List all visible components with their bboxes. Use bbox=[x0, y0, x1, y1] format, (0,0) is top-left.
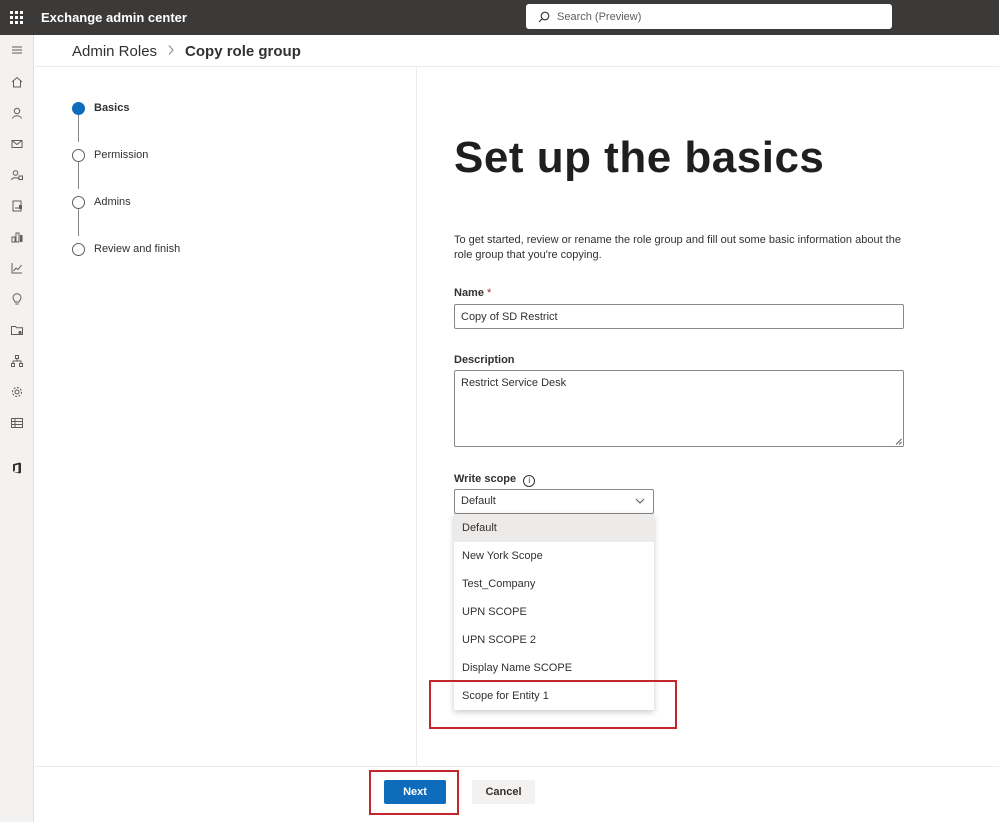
cancel-button[interactable]: Cancel bbox=[472, 780, 535, 804]
breadcrumb-current: Copy role group bbox=[185, 42, 301, 60]
footer-divider bbox=[35, 766, 999, 767]
step-permission[interactable]: Permission bbox=[72, 147, 272, 163]
chart-icon[interactable] bbox=[0, 256, 34, 280]
option-display-name-scope[interactable]: Display Name SCOPE bbox=[454, 654, 654, 682]
write-scope-label: Write scope i bbox=[454, 473, 536, 487]
page-title: Set up the basics bbox=[454, 133, 825, 182]
hamburger-menu-icon[interactable] bbox=[0, 38, 34, 62]
name-field[interactable]: Copy of SD Restrict bbox=[454, 304, 904, 329]
org-chart-icon[interactable] bbox=[0, 225, 34, 249]
info-icon[interactable]: i bbox=[523, 475, 536, 487]
intro-text: To get started, review or rename the rol… bbox=[454, 234, 901, 261]
next-button[interactable]: Next bbox=[384, 780, 446, 804]
lightbulb-icon[interactable] bbox=[0, 287, 34, 311]
step-label: Admins bbox=[94, 196, 131, 208]
app-launcher-icon[interactable] bbox=[0, 0, 32, 35]
step-label: Review and finish bbox=[94, 243, 181, 255]
step-label: Basics bbox=[94, 102, 130, 114]
step-label: Permission bbox=[94, 149, 149, 161]
option-new-york-scope[interactable]: New York Scope bbox=[454, 542, 654, 570]
option-upn-scope[interactable]: UPN SCOPE bbox=[454, 598, 654, 626]
search-box[interactable]: Search (Preview) bbox=[526, 4, 892, 29]
panel-divider bbox=[416, 67, 417, 767]
step-admins[interactable]: Admins bbox=[72, 194, 272, 210]
description-field[interactable]: Restrict Service Desk bbox=[454, 370, 904, 447]
gear-icon[interactable] bbox=[0, 380, 34, 404]
step-pending-icon bbox=[72, 195, 85, 209]
step-connector bbox=[78, 161, 79, 189]
chevron-right-icon bbox=[167, 44, 175, 59]
step-current-icon bbox=[72, 101, 85, 115]
step-connector bbox=[78, 114, 79, 142]
description-label: Description bbox=[454, 354, 515, 366]
write-scope-value: Default bbox=[461, 495, 496, 507]
report-icon[interactable] bbox=[0, 194, 34, 218]
mail-icon[interactable] bbox=[0, 132, 34, 156]
step-pending-icon bbox=[72, 148, 85, 162]
hierarchy-icon[interactable] bbox=[0, 349, 34, 373]
top-bar: Exchange admin center Search (Preview) bbox=[0, 0, 999, 35]
header-divider bbox=[35, 66, 999, 67]
search-icon bbox=[538, 11, 550, 22]
chevron-down-icon bbox=[635, 498, 645, 504]
left-nav-rail bbox=[0, 35, 34, 822]
folder-settings-icon[interactable] bbox=[0, 318, 34, 342]
write-scope-dropdown[interactable]: Default bbox=[454, 489, 654, 514]
step-connector bbox=[78, 208, 79, 236]
step-review-and-finish[interactable]: Review and finish bbox=[72, 241, 272, 257]
office-logo-icon[interactable] bbox=[0, 456, 34, 480]
write-scope-label-text: Write scope bbox=[454, 473, 517, 485]
resize-grip-icon[interactable] bbox=[895, 438, 902, 445]
required-mark: * bbox=[487, 287, 492, 299]
name-label: Name * bbox=[454, 287, 491, 299]
option-default[interactable]: Default bbox=[454, 514, 654, 542]
person-icon[interactable] bbox=[0, 101, 34, 125]
table-icon[interactable] bbox=[0, 411, 34, 435]
highlight-annotation-scope bbox=[429, 680, 677, 729]
search-placeholder: Search (Preview) bbox=[557, 10, 642, 23]
description-value: Restrict Service Desk bbox=[461, 377, 567, 389]
app-title[interactable]: Exchange admin center bbox=[41, 10, 187, 25]
step-basics[interactable]: Basics bbox=[72, 100, 272, 116]
option-test-company[interactable]: Test_Company bbox=[454, 570, 654, 598]
step-pending-icon bbox=[72, 242, 85, 256]
breadcrumb-admin-roles[interactable]: Admin Roles bbox=[72, 43, 157, 60]
home-icon[interactable] bbox=[0, 70, 34, 94]
option-upn-scope-2[interactable]: UPN SCOPE 2 bbox=[454, 626, 654, 654]
name-label-text: Name bbox=[454, 287, 484, 299]
people-icon[interactable] bbox=[0, 163, 34, 187]
breadcrumb: Admin Roles Copy role group bbox=[72, 40, 301, 62]
